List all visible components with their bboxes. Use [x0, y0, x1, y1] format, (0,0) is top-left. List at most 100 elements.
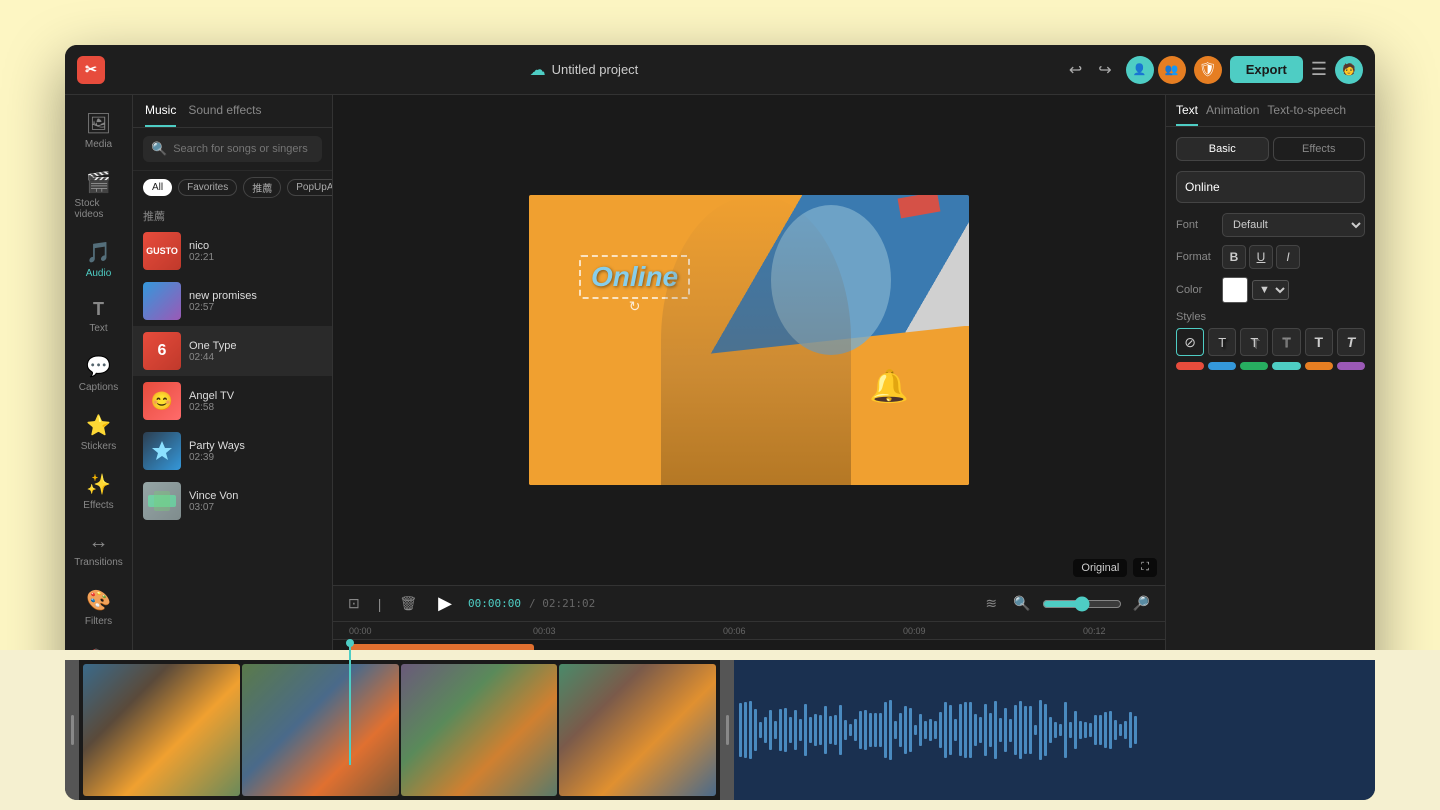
audio-icon: 🎵: [86, 240, 111, 265]
sidebar-item-media[interactable]: 🖼 Media: [71, 103, 127, 158]
zoom-in-btn[interactable]: 🔎: [1128, 592, 1155, 615]
filter-popup-album[interactable]: PopUpAlbum: [287, 179, 332, 196]
bold-button[interactable]: B: [1222, 245, 1246, 269]
tab-sound-effects[interactable]: Sound effects: [188, 103, 261, 127]
playhead[interactable]: [349, 640, 351, 765]
sidebar-item-stickers[interactable]: ⭐ Stickers: [71, 405, 127, 460]
search-input-wrap: 🔍: [143, 136, 322, 162]
zoom-waveform-btn[interactable]: ≋: [980, 592, 1002, 615]
export-button[interactable]: Export: [1230, 56, 1303, 83]
sidebar-label-audio: Audio: [86, 268, 112, 279]
song-name: new promises: [189, 290, 322, 302]
list-item[interactable]: 😊 Angel TV 02:58: [133, 376, 332, 426]
song-duration: 03:07: [189, 502, 322, 513]
styles-section: Styles ⊘ T T T T T: [1176, 311, 1365, 370]
sidebar-label-stock: Stock videos: [75, 198, 123, 220]
undo-button[interactable]: ↩: [1063, 56, 1088, 84]
song-info: new promises 02:57: [189, 290, 322, 313]
sidebar-item-effects[interactable]: ✨ Effects: [71, 464, 127, 519]
style-none[interactable]: ⊘: [1176, 328, 1204, 356]
sidebar-item-captions[interactable]: 💬 Captions: [71, 346, 127, 401]
color-swatch[interactable]: [1222, 277, 1248, 303]
timeline-split-btn[interactable]: |: [373, 593, 387, 615]
sidebar-item-text[interactable]: T Text: [71, 291, 127, 342]
filmstrip-frame: [401, 664, 558, 796]
font-select[interactable]: Default: [1222, 213, 1365, 237]
style-outline[interactable]: T: [1272, 328, 1300, 356]
list-item[interactable]: Party Ways 02:39: [133, 426, 332, 476]
sidebar-item-filters[interactable]: 🎨 Filters: [71, 580, 127, 635]
rotate-handle[interactable]: ↻: [629, 298, 641, 315]
song-name: One Type: [189, 340, 322, 352]
filmstrip-handle-right[interactable]: [720, 660, 734, 800]
color-pill-blue[interactable]: [1208, 362, 1236, 370]
total-time: / 02:21:02: [529, 597, 595, 610]
filmstrip-frame: [242, 664, 399, 796]
play-button[interactable]: ▶: [430, 590, 460, 617]
transitions-icon: ↔: [89, 531, 109, 554]
sidebar-item-audio[interactable]: 🎵 Audio: [71, 232, 127, 287]
effects-btn[interactable]: Effects: [1273, 137, 1366, 161]
styles-color-row: [1176, 362, 1365, 370]
fullscreen-button[interactable]: ⛶: [1133, 558, 1157, 577]
song-thumbnail: [143, 432, 181, 470]
media-icon: 🖼: [86, 111, 111, 136]
avatar-group: 👤 👥: [1126, 56, 1186, 84]
zoom-slider[interactable]: [1042, 596, 1122, 612]
video-frame[interactable]: Online ↻ 🔔: [529, 195, 969, 485]
style-shadow1[interactable]: T: [1208, 328, 1236, 356]
song-duration: 02:39: [189, 452, 322, 463]
sidebar-label-media: Media: [85, 139, 112, 150]
color-pill-teal[interactable]: [1272, 362, 1300, 370]
ruler-mark: 00:03: [533, 626, 556, 636]
sidebar-label-filters: Filters: [85, 616, 112, 627]
sidebar-item-stock-videos[interactable]: 🎬 Stock videos: [71, 162, 127, 228]
filmstrip-handle-left[interactable]: [65, 660, 79, 800]
tab-tts[interactable]: Text-to-speech: [1267, 103, 1346, 126]
top-bar-center: ☁ Untitled project: [113, 60, 1055, 80]
zoom-out-btn[interactable]: 🔍: [1008, 592, 1035, 615]
menu-icon[interactable]: ☰: [1311, 59, 1327, 80]
user-avatar: 🧑: [1335, 56, 1363, 84]
color-pill-orange[interactable]: [1305, 362, 1333, 370]
color-pill-purple[interactable]: [1337, 362, 1365, 370]
list-item[interactable]: 6 One Type 02:44: [133, 326, 332, 376]
song-info: Angel TV 02:58: [189, 390, 322, 413]
panel-search-area: 🔍: [133, 128, 332, 171]
redo-button[interactable]: ↪: [1092, 56, 1117, 84]
song-thumbnail: GUSTO: [143, 232, 181, 270]
filter-favorites[interactable]: Favorites: [178, 179, 237, 196]
project-title-area: ☁ Untitled project: [530, 60, 639, 80]
italic-button[interactable]: I: [1276, 245, 1300, 269]
zoom-controls: ≋ 🔍 🔎: [980, 592, 1155, 615]
list-item[interactable]: GUSTO nico 02:21: [133, 226, 332, 276]
original-label[interactable]: Original: [1073, 559, 1127, 577]
color-pill-green[interactable]: [1240, 362, 1268, 370]
list-item[interactable]: new promises 02:57: [133, 276, 332, 326]
top-bar: ✂ ☁ Untitled project ↩ ↪ 👤 👥 🛡 Export ☰ …: [65, 45, 1375, 95]
color-dropdown[interactable]: ▼: [1252, 280, 1289, 300]
text-icon: T: [93, 299, 104, 320]
list-item[interactable]: Vince Von 03:07: [133, 476, 332, 526]
text-preview-box[interactable]: Online: [1176, 171, 1365, 203]
timeline-delete-btn[interactable]: 🗑: [394, 592, 422, 615]
underline-button[interactable]: U: [1249, 245, 1273, 269]
style-bold-style[interactable]: T: [1305, 328, 1333, 356]
stock-videos-icon: 🎬: [86, 170, 111, 195]
basic-btn[interactable]: Basic: [1176, 137, 1269, 161]
canvas-text-content: Online: [591, 261, 678, 293]
color-pill-red[interactable]: [1176, 362, 1204, 370]
tab-text[interactable]: Text: [1176, 103, 1198, 126]
style-shadow2[interactable]: T: [1240, 328, 1268, 356]
sidebar-label-captions: Captions: [79, 382, 118, 393]
style-fancy[interactable]: T: [1337, 328, 1365, 356]
project-title: Untitled project: [552, 62, 639, 77]
song-duration: 02:57: [189, 302, 322, 313]
search-input[interactable]: [173, 143, 314, 155]
filter-recommended[interactable]: 推薦: [243, 177, 281, 198]
filter-all[interactable]: All: [143, 179, 172, 196]
tab-music[interactable]: Music: [145, 103, 176, 127]
tab-animation[interactable]: Animation: [1206, 103, 1259, 126]
timeline-frame-btn[interactable]: ⊡: [343, 592, 365, 615]
sidebar-item-transitions[interactable]: ↔ Transitions: [71, 523, 127, 576]
